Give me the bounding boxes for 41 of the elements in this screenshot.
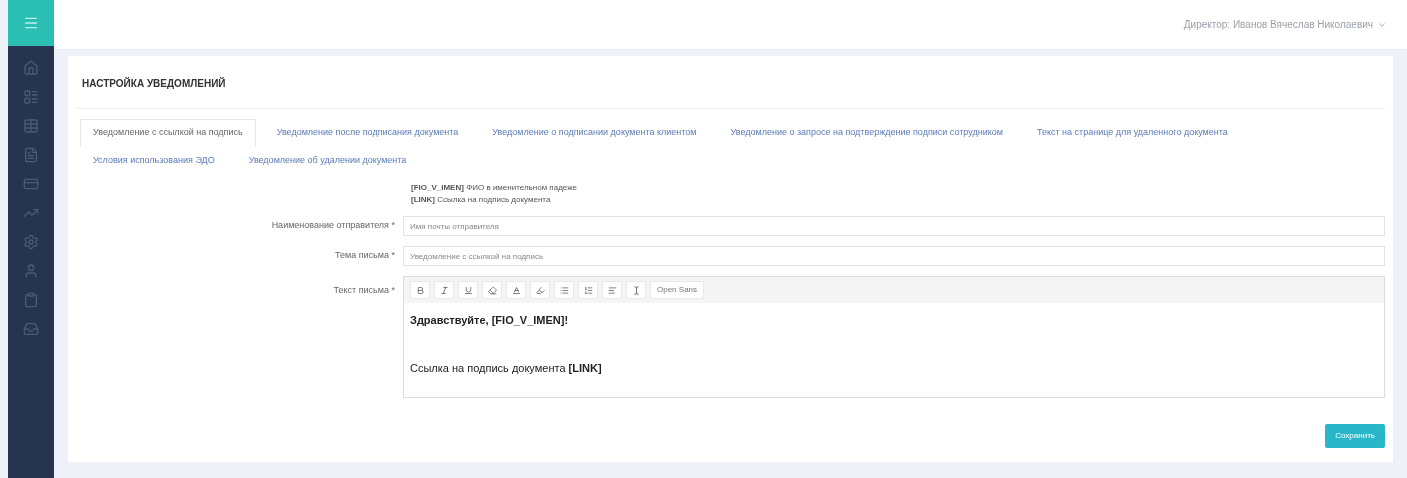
table-icon[interactable] — [23, 118, 39, 134]
list-icon[interactable] — [23, 89, 39, 105]
field-label: Наименование отправителя * — [270, 219, 396, 233]
tab[interactable]: Уведомление после подписания документа — [263, 119, 472, 147]
card-icon[interactable] — [23, 176, 39, 192]
font-color-icon[interactable] — [506, 281, 526, 299]
input-field[interactable]: Уведомление с ссылкой на подпись — [403, 246, 1385, 266]
home-icon[interactable] — [23, 60, 39, 76]
field-label: Тема письма * — [334, 249, 396, 263]
editor-paragraph: Ссылка на подпись документа [LINK] — [410, 361, 603, 376]
numbered-list-icon[interactable] — [578, 281, 598, 299]
save-button[interactable]: Сохранить — [1325, 424, 1385, 448]
placeholder-hint: [LINK] Ссылка на подпись документа — [411, 194, 552, 206]
tab[interactable]: Текст на странице для удаленного документа — [1023, 119, 1241, 147]
underline-icon[interactable] — [458, 281, 478, 299]
font-dropdown[interactable]: Open Sans — [650, 281, 705, 299]
menu-icon[interactable] — [8, 0, 54, 46]
highlighter-icon[interactable] — [530, 281, 550, 299]
page-title: НАСТРОЙКА УВЕДОМЛЕНИЙ — [82, 78, 226, 89]
text-editor[interactable]: Open Sans Здравствуйте, [FIO_V_IMEN]! Ссылка на подпись документа [LINK] — [403, 276, 1385, 398]
tab[interactable]: Уведомление об удалении документа — [235, 146, 420, 174]
editor-paragraph: Здравствуйте, [FIO_V_IMEN]! — [410, 313, 570, 328]
align-icon[interactable] — [602, 281, 622, 299]
eraser-icon[interactable] — [482, 281, 502, 299]
tab[interactable]: Уведомление о запросе на подтверждение подписи сотрудником — [717, 119, 1016, 147]
tab[interactable]: Уведомление с ссылкой на подпись — [80, 119, 256, 147]
tab[interactable]: Уведомление о подписании документа клиентом — [479, 119, 710, 147]
text-height-icon[interactable] — [626, 281, 646, 299]
settings-icon[interactable] — [23, 234, 39, 250]
inbox-icon[interactable] — [23, 321, 39, 337]
bold-icon[interactable] — [410, 281, 430, 299]
tab[interactable]: Условия использования ЭДО — [80, 146, 228, 174]
document-icon[interactable] — [23, 147, 39, 163]
clipboard-icon[interactable] — [23, 292, 39, 308]
italic-icon[interactable] — [434, 281, 454, 299]
input-field[interactable]: Имя почты отправителя — [403, 216, 1385, 236]
field-label: Текст письма * — [332, 284, 396, 297]
user-menu[interactable]: Директор: Иванов Вячеслав Николаевич — [1183, 17, 1387, 32]
user-icon[interactable] — [23, 263, 39, 279]
placeholder-hint: [FIO_V_IMEN] ФИО в именительном падеже — [411, 182, 577, 194]
bulleted-list-icon[interactable] — [554, 281, 574, 299]
